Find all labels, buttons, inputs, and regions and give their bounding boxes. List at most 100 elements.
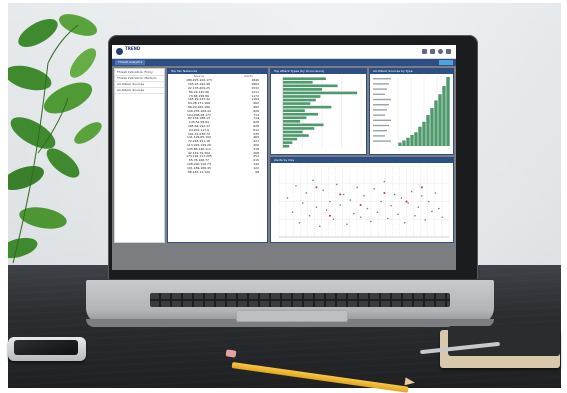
bar: [283, 144, 290, 148]
settings-icon[interactable]: [446, 49, 451, 54]
category-label: [373, 140, 391, 142]
bar: [446, 77, 450, 146]
category-label: [373, 130, 387, 132]
laptop-trackpad: [236, 310, 348, 322]
data-point: [407, 202, 409, 204]
bar: [283, 130, 303, 134]
highlight-point: [405, 200, 408, 203]
data-point: [431, 210, 433, 213]
filter-item[interactable]: All Attack Sources: [115, 88, 164, 94]
nav-tab-threat-analytics[interactable]: Threat Analytics: [115, 60, 146, 65]
attack-types-bar-chart: [282, 77, 362, 148]
app-logo-text: TREND: [125, 46, 141, 51]
filter-list: Threat Indicators: Firmy Threat Indicato…: [115, 70, 164, 94]
app-navbar: Threat Analytics: [112, 59, 456, 66]
category-label: [373, 124, 389, 127]
category-label: [373, 119, 391, 121]
data-point: [390, 204, 392, 207]
top-networks-panel: Top Ten Networks Source Alerts 186.225.1…: [167, 68, 268, 243]
app-topbar: TREND: [112, 45, 456, 59]
data-point: [356, 186, 358, 189]
data-point: [438, 207, 440, 210]
data-point: [319, 225, 321, 228]
pencil-tip: [404, 377, 416, 387]
data-point: [332, 218, 335, 221]
data-point: [295, 185, 297, 187]
bar: [442, 85, 446, 146]
data-point: [441, 216, 443, 218]
nav-action-button[interactable]: [439, 60, 453, 65]
bar: [283, 102, 311, 105]
data-point: [387, 217, 389, 220]
bar: [283, 88, 322, 91]
data-point: [380, 200, 382, 203]
data-point: [353, 212, 355, 215]
data-point: [366, 207, 369, 210]
category-label: [373, 104, 389, 106]
data-point: [397, 213, 399, 216]
highlight-point: [339, 193, 342, 196]
data-point: [393, 193, 396, 196]
category-label: [373, 135, 385, 137]
bar: [414, 132, 418, 146]
bar: [406, 137, 410, 146]
category-label: [373, 114, 385, 116]
user-icon[interactable]: [438, 49, 443, 54]
bar: [283, 120, 301, 123]
cell-alert-count: 98: [255, 169, 259, 174]
alerts-scatter-chart: [278, 165, 450, 238]
bar: [283, 137, 298, 141]
highlight-point: [383, 191, 386, 194]
bar: [283, 95, 321, 98]
attack-types-panel: Top Attack Types (by Occurrence): [270, 68, 367, 155]
bar: [283, 112, 319, 116]
data-point: [421, 195, 423, 197]
data-point: [363, 195, 365, 197]
filters-panel: Threat Indicators: Firmy Threat Indicato…: [114, 68, 165, 243]
bar: [283, 98, 316, 102]
data-point: [383, 180, 386, 183]
data-point: [342, 193, 345, 196]
attack-sources-panel: All Attack Sources by Type: [369, 68, 454, 155]
pencil-eraser: [225, 349, 237, 358]
category-label: [373, 78, 391, 80]
grid-icon[interactable]: [422, 49, 427, 54]
data-point: [359, 216, 362, 218]
bar: [283, 91, 358, 95]
data-point: [298, 222, 301, 224]
networks-table-body: 186.225.102.173 1846 195.93.192.48 1664 22.1…: [168, 79, 267, 174]
bar: [283, 116, 307, 120]
data-point: [315, 206, 318, 208]
data-point: [312, 179, 314, 181]
data-point: [336, 183, 338, 186]
bar: [418, 126, 422, 146]
bar: [422, 121, 426, 146]
data-point: [305, 192, 307, 194]
data-point: [404, 222, 406, 224]
bar: [430, 108, 434, 146]
data-point: [410, 190, 413, 193]
highlight-point: [359, 204, 362, 207]
data-point: [286, 197, 289, 199]
data-point: [339, 204, 341, 206]
bell-icon[interactable]: [430, 49, 435, 54]
bar: [402, 140, 406, 146]
bar: [283, 77, 326, 81]
bar: [283, 84, 338, 88]
bar: [438, 94, 442, 146]
bar: [283, 109, 305, 112]
bar: [283, 80, 313, 84]
cell-source-ip: 66.181.11.120: [187, 169, 210, 174]
attack-sources-bar-chart: [373, 77, 451, 146]
category-label: [373, 88, 387, 90]
app-logo-icon: [116, 48, 123, 55]
data-point: [325, 209, 328, 211]
data-point: [373, 187, 375, 190]
data-point: [376, 211, 379, 213]
data-point: [370, 220, 372, 223]
highlight-point: [315, 186, 318, 189]
bar: [283, 134, 309, 137]
smartphone-screen: [14, 340, 78, 355]
data-point: [424, 219, 426, 221]
table-row[interactable]: 66.181.11.120 98: [168, 170, 267, 174]
